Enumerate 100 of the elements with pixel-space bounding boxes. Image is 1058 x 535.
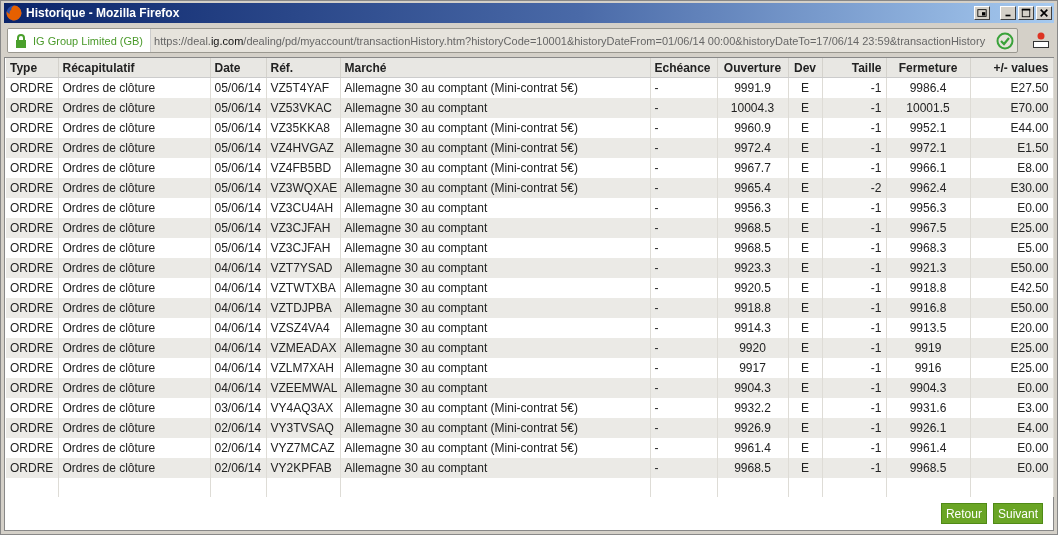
table-cell: Allemagne 30 au comptant (Mini-contrat 5€) xyxy=(340,178,650,198)
table-cell: - xyxy=(650,178,717,198)
table-cell: ORDRE xyxy=(6,298,58,318)
table-cell: E xyxy=(788,138,822,158)
table-cell: - xyxy=(650,458,717,478)
table-cell: E xyxy=(788,98,822,118)
table-cell: Ordres de clôture xyxy=(58,338,210,358)
table-cell: E xyxy=(788,178,822,198)
table-cell: 9923.3 xyxy=(717,258,788,278)
table-cell: 9967.5 xyxy=(886,218,970,238)
table-cell: E30.00 xyxy=(970,178,1053,198)
table-cell: -1 xyxy=(822,138,886,158)
restore-button[interactable] xyxy=(974,6,990,20)
table-cell: Allemagne 30 au comptant (Mini-contrat 5€) xyxy=(340,418,650,438)
extension-icon[interactable] xyxy=(1032,31,1050,50)
table-cell: 04/06/14 xyxy=(210,378,266,398)
table-cell: E xyxy=(788,338,822,358)
column-header: Marché xyxy=(340,58,650,78)
table-cell: E0.00 xyxy=(970,378,1053,398)
table-cell: ORDRE xyxy=(6,98,58,118)
table-cell: ORDRE xyxy=(6,178,58,198)
window-title: Historique - Mozilla Firefox xyxy=(26,6,181,20)
table-cell: ORDRE xyxy=(6,258,58,278)
nav-button[interactable]: Suivant xyxy=(992,503,1043,524)
table-cell: VZT7YSAD xyxy=(266,258,340,278)
table-cell: 9962.4 xyxy=(886,178,970,198)
column-header: Type xyxy=(6,58,58,78)
table-cell: Ordres de clôture xyxy=(58,378,210,398)
table-cell: Ordres de clôture xyxy=(58,178,210,198)
table-cell: -1 xyxy=(822,418,886,438)
nav-button[interactable]: Retour xyxy=(940,503,987,524)
table-cell: E0.00 xyxy=(970,458,1053,478)
table-cell: Allemagne 30 au comptant xyxy=(340,218,650,238)
table-cell: ORDRE xyxy=(6,458,58,478)
table-cell: ORDRE xyxy=(6,218,58,238)
address-bar[interactable]: IG Group Limited (GB) https://deal.ig.com/dealing/pd/myaccount/transactionHistory.htm?historyCode=10001&historyDateFrom=01/06/14 00:00&historyDateTo=17/06/14 23:59&transactionHistory xyxy=(7,28,1018,53)
table-cell: Ordres de clôture xyxy=(58,418,210,438)
table-cell: 9904.3 xyxy=(886,378,970,398)
url-text: https://deal.ig.com/dealing/pd/myaccount/transactionHistory.htm?historyCode=10001&historyDateFrom=01/06/14 00:00&historyDateTo=17/06/14 23:59&transactionHistory xyxy=(153,34,987,47)
table-cell: 10001.5 xyxy=(886,98,970,118)
table-cell: VZ3CJFAH xyxy=(266,218,340,238)
table-cell: 02/06/14 xyxy=(210,418,266,438)
maximize-button[interactable] xyxy=(1018,6,1034,20)
restore-icon xyxy=(976,8,988,18)
maximize-icon xyxy=(1020,8,1032,18)
table-cell: 9921.3 xyxy=(886,258,970,278)
column-header: Date xyxy=(210,58,266,78)
table-cell: E50.00 xyxy=(970,258,1053,278)
table-cell: E xyxy=(788,458,822,478)
table-cell: -1 xyxy=(822,378,886,398)
column-header: Dev xyxy=(788,58,822,78)
table-cell: 9972.1 xyxy=(886,138,970,158)
table-cell: 9965.4 xyxy=(717,178,788,198)
table-cell: VZ53VKAC xyxy=(266,98,340,118)
table-cell: 9968.5 xyxy=(717,458,788,478)
minimize-button[interactable] xyxy=(1000,6,1016,20)
table-cell: Allemagne 30 au comptant (Mini-contrat 5€) xyxy=(340,138,650,158)
table-cell: 05/06/14 xyxy=(210,138,266,158)
table-cell: 05/06/14 xyxy=(210,218,266,238)
table-cell: Allemagne 30 au comptant xyxy=(340,258,650,278)
table-cell: VZTDJPBA xyxy=(266,298,340,318)
table-cell: 9918.8 xyxy=(717,298,788,318)
lock-icon xyxy=(15,33,27,48)
table-cell: 9916.8 xyxy=(886,298,970,318)
column-header: Ouverture xyxy=(717,58,788,78)
column-header: Echéance xyxy=(650,58,717,78)
close-button[interactable] xyxy=(1036,6,1052,20)
table-cell: Ordres de clôture xyxy=(58,98,210,118)
close-icon xyxy=(1038,8,1050,18)
table-cell: E xyxy=(788,378,822,398)
table-cell: Allemagne 30 au comptant xyxy=(340,378,650,398)
table-cell: ORDRE xyxy=(6,138,58,158)
table-cell: 10004.3 xyxy=(717,98,788,118)
table-cell: E25.00 xyxy=(970,218,1053,238)
table-cell: 9904.3 xyxy=(717,378,788,398)
table-cell: VZEEMWAL xyxy=(266,378,340,398)
table-cell: -1 xyxy=(822,258,886,278)
table-cell: Allemagne 30 au comptant xyxy=(340,458,650,478)
column-header: Fermeture xyxy=(886,58,970,78)
table-cell: - xyxy=(650,98,717,118)
table-cell: E70.00 xyxy=(970,98,1053,118)
table-cell: 9972.4 xyxy=(717,138,788,158)
table-cell: - xyxy=(650,418,717,438)
table-cell: 9968.5 xyxy=(717,218,788,238)
table-cell: - xyxy=(650,338,717,358)
table-cell: Ordres de clôture xyxy=(58,458,210,478)
table-cell: E xyxy=(788,418,822,438)
check-icon xyxy=(996,31,1014,50)
table-cell: VZMEADAX xyxy=(266,338,340,358)
table-cell: Allemagne 30 au comptant xyxy=(340,338,650,358)
table-cell: Allemagne 30 au comptant xyxy=(340,298,650,318)
column-header: Taille xyxy=(822,58,886,78)
column-header: +/- values xyxy=(970,58,1053,78)
table-cell: E1.50 xyxy=(970,138,1053,158)
column-header: Récapitulatif xyxy=(58,58,210,78)
table-cell: ORDRE xyxy=(6,338,58,358)
table-cell: E25.00 xyxy=(970,338,1053,358)
site-identity-button[interactable]: IG Group Limited (GB) xyxy=(8,29,152,52)
table-cell: - xyxy=(650,218,717,238)
table-cell: Ordres de clôture xyxy=(58,258,210,278)
